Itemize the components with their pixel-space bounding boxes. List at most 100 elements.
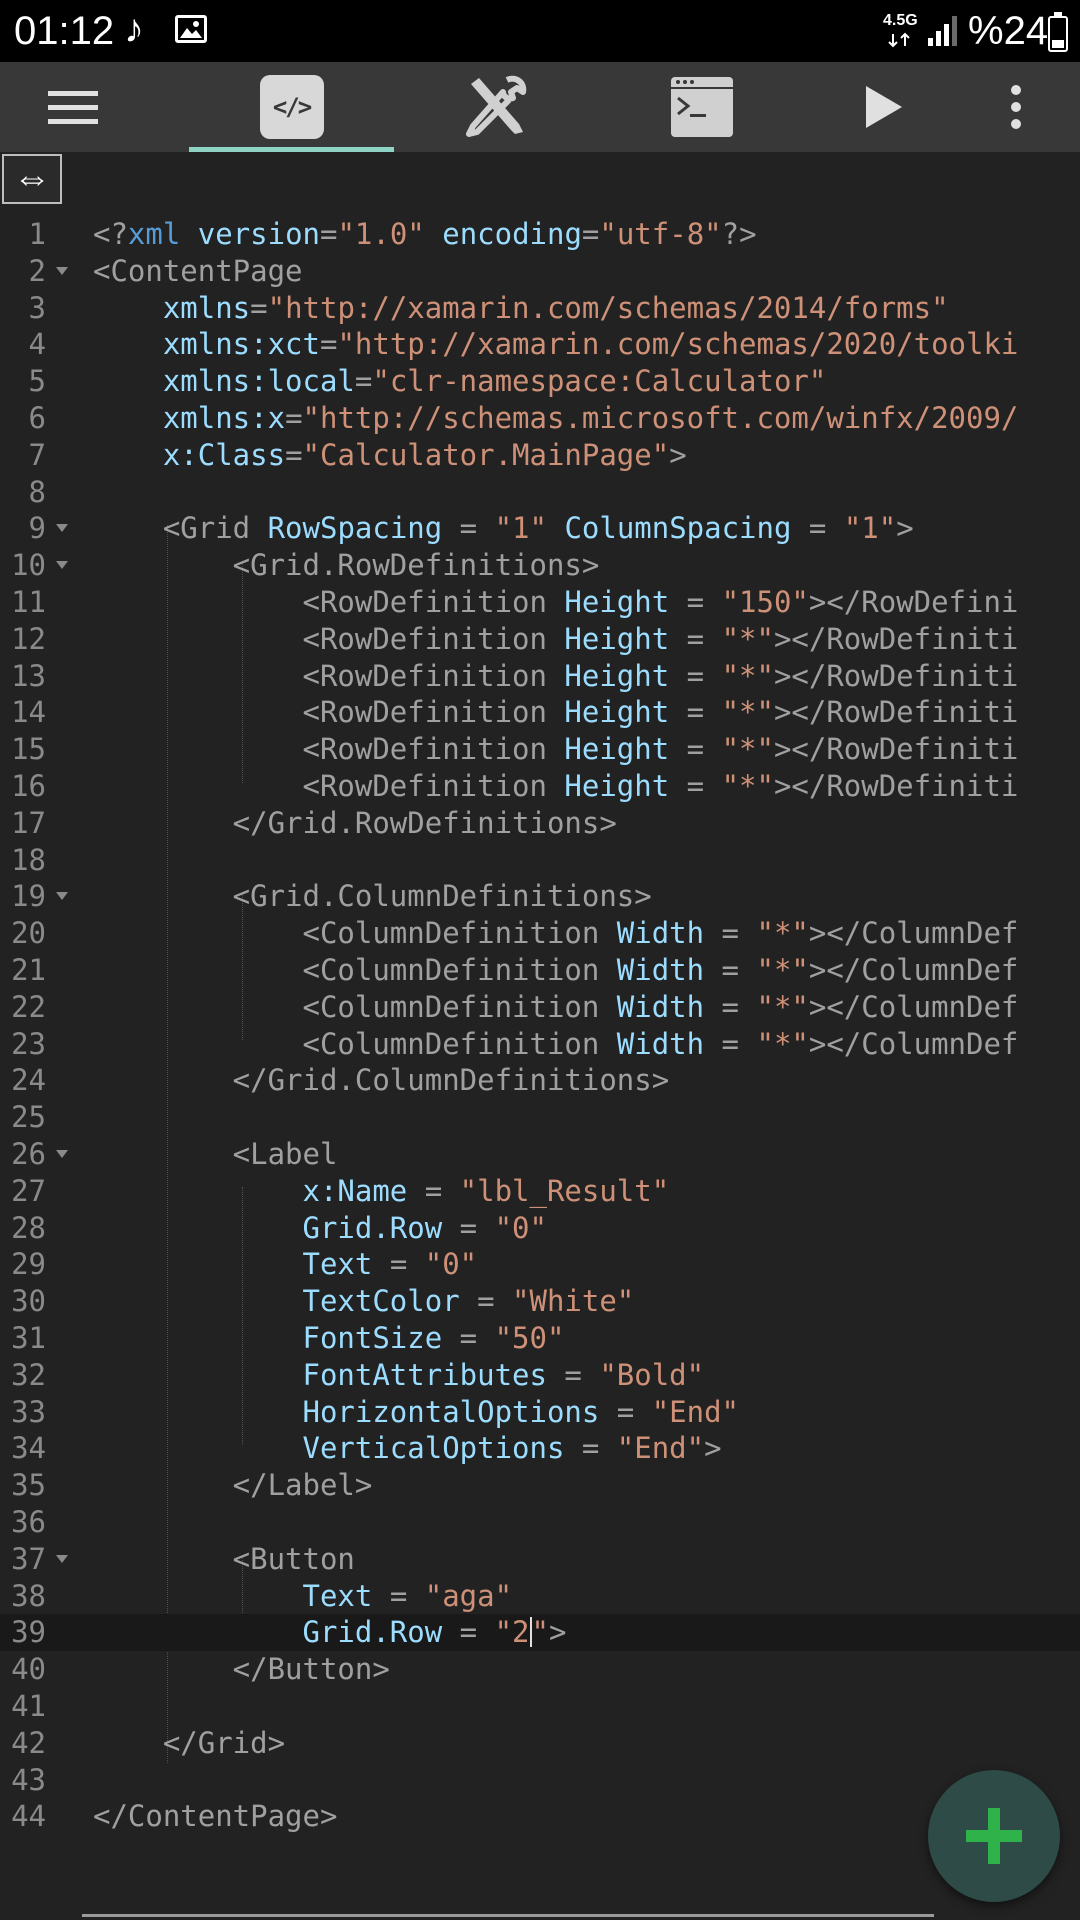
- code-line[interactable]: 19 <Grid.ColumnDefinitions>: [0, 878, 1080, 915]
- tools-icon[interactable]: [440, 62, 552, 152]
- code-text: <ContentPage: [93, 253, 303, 290]
- code-text: <Grid.RowDefinitions>: [93, 547, 600, 584]
- code-line[interactable]: 39 Grid.Row = "2">: [0, 1614, 1080, 1652]
- line-number: 35: [11, 1468, 46, 1503]
- code-token: "*": [756, 916, 809, 951]
- code-line[interactable]: 16 <RowDefinition Height = "*"></RowDefi…: [0, 768, 1080, 805]
- code-line[interactable]: 9 <Grid RowSpacing = "1" ColumnSpacing =…: [0, 510, 1080, 547]
- fold-arrow-icon[interactable]: [56, 266, 68, 275]
- code-line[interactable]: 8: [0, 474, 1080, 511]
- code-line[interactable]: 30 TextColor = "White": [0, 1283, 1080, 1320]
- code-line[interactable]: 10 <Grid.RowDefinitions>: [0, 547, 1080, 584]
- code-line[interactable]: 6 xmlns:x="http://schemas.microsoft.com/…: [0, 400, 1080, 437]
- code-token: "1": [843, 511, 897, 546]
- code-line[interactable]: 29 Text = "0": [0, 1246, 1080, 1283]
- code-text: </Grid>: [93, 1725, 285, 1762]
- code-token: =: [250, 290, 268, 325]
- code-token: >: [548, 1615, 567, 1650]
- code-token: <ColumnDefinition: [93, 1026, 600, 1061]
- code-line[interactable]: 40 </Button>: [0, 1651, 1080, 1688]
- code-line[interactable]: 44 </ContentPage>: [0, 1798, 1080, 1835]
- code-line[interactable]: 17 </Grid.RowDefinitions>: [0, 805, 1080, 842]
- code-line[interactable]: 32 FontAttributes = "Bold": [0, 1357, 1080, 1394]
- code-token: "0": [424, 1247, 478, 1282]
- line-number: 9: [28, 511, 46, 546]
- code-text: xmlns:local="clr-namespace:Calculator": [93, 363, 827, 400]
- fold-arrow-icon[interactable]: [56, 1150, 68, 1158]
- code-line[interactable]: 38 Text = "aga": [0, 1578, 1080, 1615]
- fold-arrow-icon[interactable]: [56, 524, 68, 533]
- horizontal-scrollbar[interactable]: [82, 1914, 934, 1917]
- fold-arrow-icon[interactable]: [56, 892, 68, 901]
- code-text: TextColor = "White": [93, 1283, 635, 1320]
- code-line[interactable]: 25: [0, 1099, 1080, 1136]
- code-line[interactable]: 24 </Grid.ColumnDefinitions>: [0, 1062, 1080, 1099]
- code-line[interactable]: 26 <Label: [0, 1136, 1080, 1173]
- code-line[interactable]: 15 <RowDefinition Height = "*"></RowDefi…: [0, 731, 1080, 768]
- tab-code[interactable]: </>: [189, 62, 394, 152]
- code-line[interactable]: 28 Grid.Row = "0": [0, 1210, 1080, 1247]
- code-line[interactable]: 13 <RowDefinition Height = "*"></RowDefi…: [0, 658, 1080, 695]
- code-line[interactable]: 7 x:Class="Calculator.MainPage">: [0, 437, 1080, 474]
- terminal-icon[interactable]: [650, 62, 754, 152]
- code-token: Height: [546, 769, 670, 803]
- code-line[interactable]: 43: [0, 1762, 1080, 1799]
- line-number: 16: [11, 769, 46, 803]
- code-token: "http://xamarin.com/schemas/2014/forms": [267, 290, 949, 325]
- play-icon[interactable]: [856, 62, 912, 152]
- gallery-icon: [175, 15, 207, 43]
- line-number: 34: [11, 1431, 46, 1466]
- code-line[interactable]: 5 xmlns:local="clr-namespace:Calculator": [0, 363, 1080, 400]
- code-line[interactable]: 20 <ColumnDefinition Width = "*"></Colum…: [0, 915, 1080, 952]
- status-time: 01:12: [14, 9, 115, 53]
- code-line[interactable]: 37 <Button: [0, 1541, 1080, 1578]
- code-line[interactable]: 21 <ColumnDefinition Width = "*"></Colum…: [0, 952, 1080, 989]
- code-line[interactable]: 41: [0, 1688, 1080, 1725]
- code-line[interactable]: 36: [0, 1504, 1080, 1541]
- code-line[interactable]: 27 x:Name = "lbl_Result": [0, 1173, 1080, 1210]
- battery-icon: [1048, 12, 1068, 52]
- code-line[interactable]: 12 <RowDefinition Height = "*"></RowDefi…: [0, 621, 1080, 658]
- code-line[interactable]: 4 xmlns:xct="http://xamarin.com/schemas/…: [0, 326, 1080, 363]
- code-line[interactable]: 23 <ColumnDefinition Width = "*"></Colum…: [0, 1026, 1080, 1063]
- code-token: ></RowDefiniti: [773, 658, 1019, 693]
- code-line[interactable]: 11 <RowDefinition Height = "150"></RowDe…: [0, 584, 1080, 621]
- code-line[interactable]: 34 VerticalOptions = "End">: [0, 1430, 1080, 1467]
- line-number: 42: [11, 1725, 46, 1760]
- code-text: HorizontalOptions = "End": [93, 1394, 740, 1431]
- code-text: x:Class="Calculator.MainPage">: [93, 437, 687, 474]
- code-line[interactable]: 14 <RowDefinition Height = "*"></RowDefi…: [0, 694, 1080, 731]
- music-note-icon: ♪: [124, 7, 144, 51]
- fold-arrow-icon[interactable]: [56, 561, 68, 570]
- code-line[interactable]: 33 HorizontalOptions = "End": [0, 1394, 1080, 1431]
- code-token: ></ColumnDef: [808, 1026, 1019, 1061]
- code-line[interactable]: 42 </Grid>: [0, 1725, 1080, 1762]
- code-line[interactable]: 1 <?xml version="1.0" encoding="utf-8"?>: [0, 216, 1080, 253]
- fold-arrow-icon[interactable]: [56, 1554, 68, 1563]
- code-token: >: [896, 511, 914, 546]
- code-token: </Grid.ColumnDefinitions>: [93, 1063, 670, 1098]
- code-line[interactable]: 31 FontSize = "50": [0, 1320, 1080, 1357]
- more-vert-icon[interactable]: [996, 62, 1036, 152]
- code-token: xmlns:x: [93, 401, 286, 435]
- code-token: Grid.Row: [93, 1210, 443, 1245]
- code-line[interactable]: 35 </Label>: [0, 1467, 1080, 1504]
- code-token: "0": [494, 1210, 547, 1245]
- code-text: <ColumnDefinition Width = "*"></ColumnDe…: [93, 989, 1019, 1026]
- code-token: xmlns:xct: [93, 327, 320, 362]
- code-line[interactable]: 18: [0, 842, 1080, 879]
- hamburger-menu-icon[interactable]: [38, 62, 108, 152]
- code-token: =: [320, 217, 338, 251]
- code-token: </ContentPage>: [93, 1799, 338, 1834]
- code-line[interactable]: 3 xmlns="http://xamarin.com/schemas/2014…: [0, 290, 1080, 327]
- code-token: x:Name: [93, 1173, 408, 1208]
- code-editor[interactable]: 1 <?xml version="1.0" encoding="utf-8"?> 2…: [0, 216, 1080, 1836]
- code-token: </Grid>: [93, 1725, 286, 1760]
- line-number: 1: [28, 217, 46, 251]
- code-token: Width: [599, 953, 705, 987]
- add-fab-button[interactable]: [928, 1770, 1060, 1902]
- code-line[interactable]: 22 <ColumnDefinition Width = "*"></Colum…: [0, 989, 1080, 1026]
- resize-handle-icon[interactable]: ⇔: [2, 154, 62, 204]
- code-text: <RowDefinition Height = "150"></RowDefin…: [93, 584, 1019, 621]
- code-line[interactable]: 2 <ContentPage: [0, 253, 1080, 290]
